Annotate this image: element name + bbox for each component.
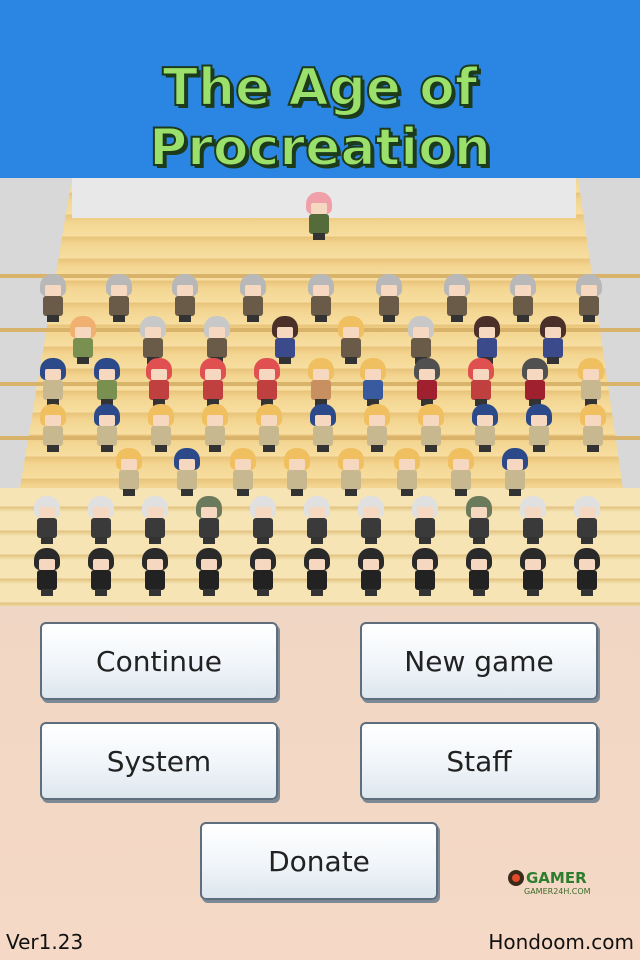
character-sprite [372, 274, 406, 322]
character-sprite [138, 548, 172, 596]
site-label: Hondoom.com [488, 930, 634, 954]
character-sprite [506, 274, 540, 322]
character-sprite [170, 448, 204, 496]
character-sprite [144, 404, 178, 452]
character-sprite [570, 548, 604, 596]
character-sprite [462, 496, 496, 544]
character-sprite [192, 548, 226, 596]
classroom-scene [0, 178, 640, 606]
character-sprite [360, 404, 394, 452]
character-sprite [306, 404, 340, 452]
character-sprite [410, 358, 444, 406]
character-sprite [84, 548, 118, 596]
staff-button[interactable]: Staff [360, 722, 598, 800]
character-sprite [200, 316, 234, 364]
character-sprite [268, 316, 302, 364]
character-sprite [30, 496, 64, 544]
character-sprite [462, 548, 496, 596]
character-sprite [300, 496, 334, 544]
character-sprite [300, 548, 334, 596]
character-sprite [464, 358, 498, 406]
character-sprite [142, 358, 176, 406]
character-sprite [522, 404, 556, 452]
character-sprite [136, 316, 170, 364]
character-sprite [226, 448, 260, 496]
character-sprite [84, 496, 118, 544]
character-sprite [192, 496, 226, 544]
character-sprite [356, 358, 390, 406]
character-sprite [334, 316, 368, 364]
character-sprite [408, 496, 442, 544]
character-sprite [408, 548, 442, 596]
character-sprite [518, 358, 552, 406]
character-sprite [498, 448, 532, 496]
character-sprite [280, 448, 314, 496]
continue-button[interactable]: Continue [40, 622, 278, 700]
character-sprite [36, 358, 70, 406]
character-sprite [354, 548, 388, 596]
character-sprite [30, 548, 64, 596]
character-sprite [168, 274, 202, 322]
character-sprite [334, 448, 368, 496]
character-sprite [516, 548, 550, 596]
game-title: The Age of Procreation [148, 57, 492, 179]
character-sprite [354, 496, 388, 544]
donate-button[interactable]: Donate [200, 822, 438, 900]
character-sprite [66, 316, 100, 364]
system-button[interactable]: System [40, 722, 278, 800]
character-sprite [90, 358, 124, 406]
character-sprite [440, 274, 474, 322]
character-sprite [196, 358, 230, 406]
character-sprite [236, 274, 270, 322]
new-game-button[interactable]: New game [360, 622, 598, 700]
character-sprite [112, 448, 146, 496]
character-sprite [414, 404, 448, 452]
title-banner: The Age of Procreation [0, 0, 640, 179]
character-sprite [576, 404, 610, 452]
character-sprite [198, 404, 232, 452]
character-sprite [246, 496, 280, 544]
character-sprite [444, 448, 478, 496]
character-sprite [304, 358, 338, 406]
logo-brand-text: GAMER [526, 869, 587, 887]
character-sprite [404, 316, 438, 364]
version-label: Ver1.23 [6, 930, 84, 954]
character-sprite [304, 274, 338, 322]
character-sprite [252, 404, 286, 452]
character-sprite [36, 274, 70, 322]
character-sprite [138, 496, 172, 544]
character-sprite [90, 404, 124, 452]
character-sprite [516, 496, 550, 544]
character-sprite [572, 274, 606, 322]
character-sprite [468, 404, 502, 452]
character-sprite [102, 274, 136, 322]
character-sprite [302, 192, 336, 240]
character-sprite [390, 448, 424, 496]
character-sprite [574, 358, 608, 406]
character-sprite [246, 548, 280, 596]
character-sprite [250, 358, 284, 406]
character-sprite [470, 316, 504, 364]
gamer-logo: GAMER GAMER24H.COM [508, 869, 591, 896]
character-sprite [570, 496, 604, 544]
character-sprite [36, 404, 70, 452]
character-sprite [536, 316, 570, 364]
logo-sub-text: GAMER24H.COM [524, 887, 591, 896]
